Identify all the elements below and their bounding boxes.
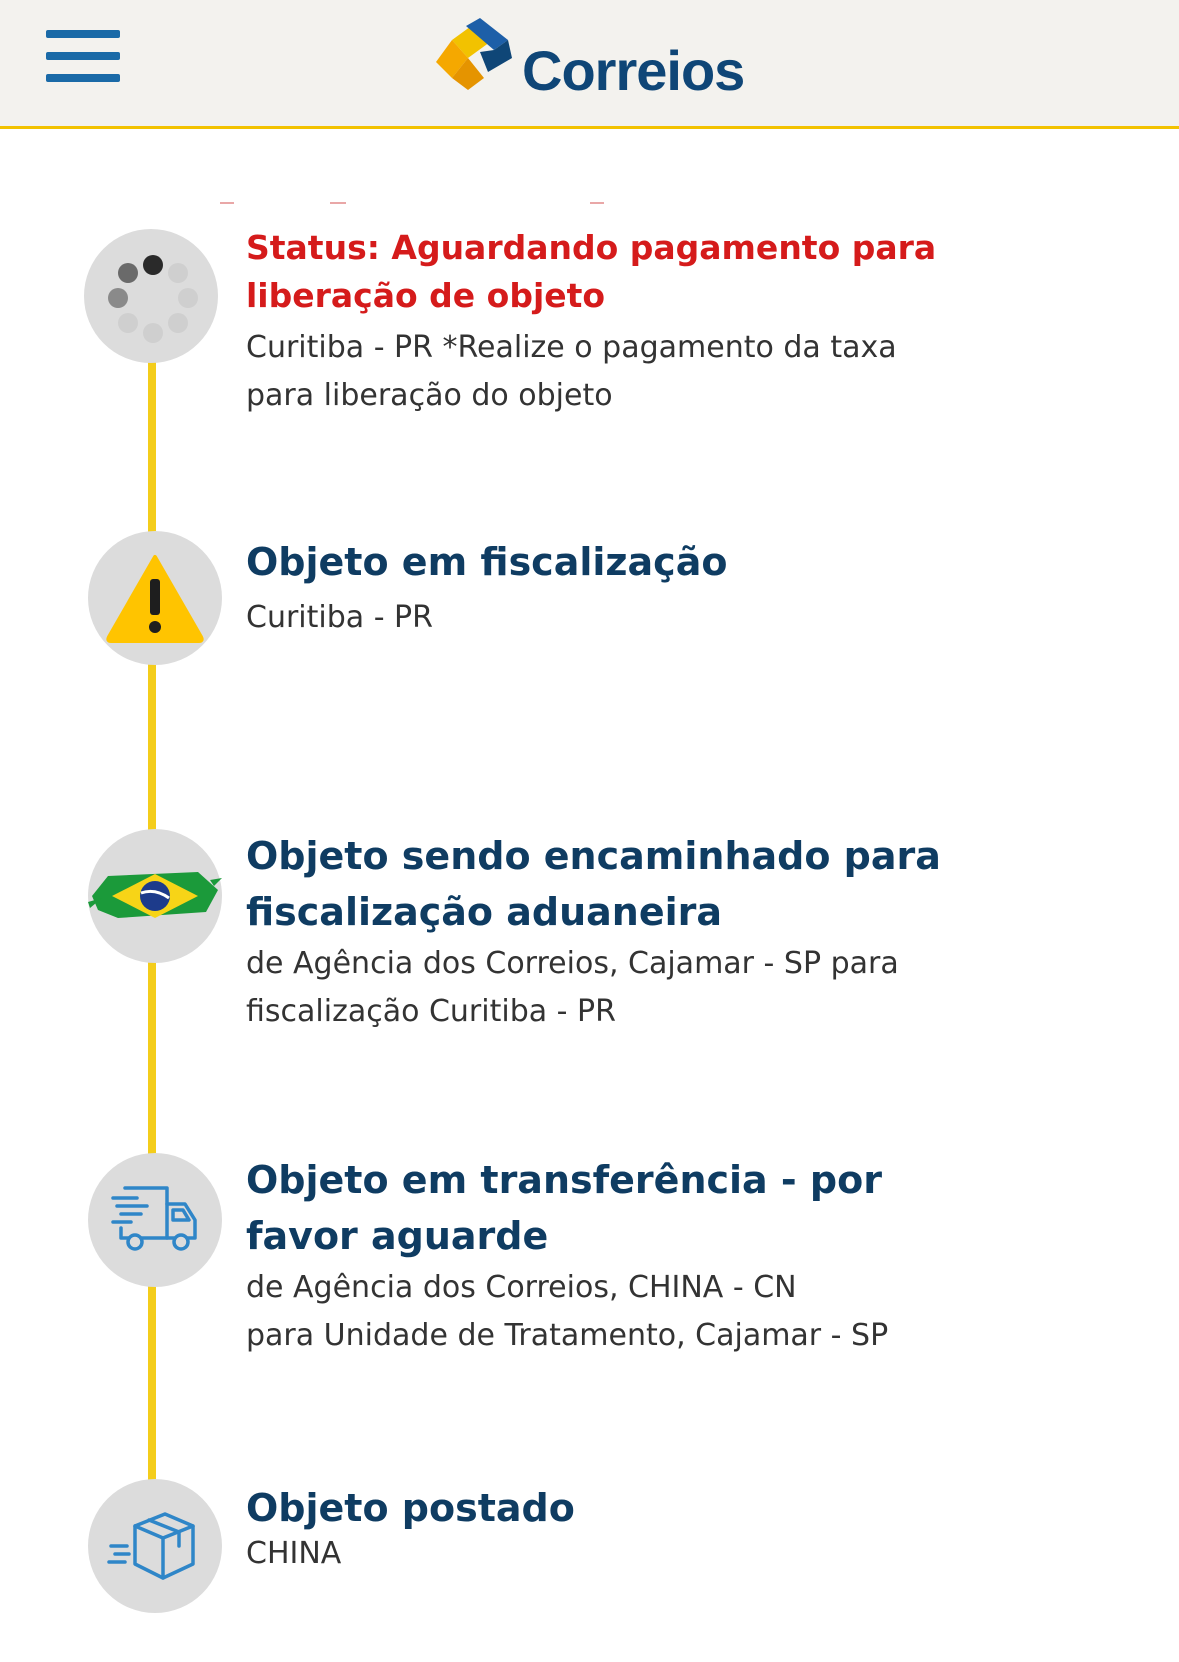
- timeline-event-encaminhado: Objeto sendo encaminhado para fiscalizaç…: [246, 828, 966, 1036]
- event-node-status: [84, 229, 218, 363]
- divider: [220, 202, 640, 205]
- event-node-fiscalizacao: [88, 531, 222, 665]
- timeline-event-status: Status: Aguardando pagamento para libera…: [246, 224, 966, 420]
- package-box-icon: [107, 1512, 195, 1580]
- correios-logo-mark-icon: [436, 18, 512, 90]
- menu-bar: [46, 74, 120, 82]
- brazil-flag-icon: [88, 872, 222, 918]
- event-desc-line: Curitiba - PR: [246, 600, 433, 635]
- event-node-postado: [88, 1479, 222, 1613]
- event-desc-line: para Unidade de Tratamento, Cajamar - SP: [246, 1318, 889, 1353]
- event-title: Objeto postado: [246, 1486, 575, 1530]
- event-desc-line: de Agência dos Correios, Cajamar - SP pa…: [246, 946, 899, 981]
- menu-bar: [46, 52, 120, 60]
- timeline-event-fiscalizacao: Objeto em fiscalização Curitiba - PR: [246, 534, 966, 642]
- event-desc-line: de Agência dos Correios, CHINA - CN: [246, 1270, 797, 1305]
- logo-text: Correios: [522, 39, 745, 102]
- event-node-encaminhado: [88, 829, 222, 963]
- hamburger-menu-icon[interactable]: [46, 30, 120, 82]
- event-desc-line: fiscalização Curitiba - PR: [246, 994, 616, 1029]
- event-title: Status: Aguardando pagamento para libera…: [246, 228, 937, 315]
- event-node-transferencia: [88, 1153, 222, 1287]
- timeline-event-postado: Objeto postado CHINA: [246, 1480, 966, 1578]
- warning-icon: [106, 555, 204, 643]
- event-desc-line: CHINA: [246, 1536, 342, 1571]
- event-title: Objeto em transferência - por favor agua…: [246, 1158, 882, 1258]
- menu-bar: [46, 30, 120, 38]
- event-desc-line: para liberação do objeto: [246, 378, 613, 413]
- event-title: Objeto sendo encaminhado para fiscalizaç…: [246, 834, 941, 934]
- app-header: Correios: [0, 0, 1179, 129]
- timeline-event-transferencia: Objeto em transferência - por favor agua…: [246, 1152, 966, 1360]
- event-title: Objeto em fiscalização: [246, 540, 728, 584]
- loading-spinner-icon: [108, 255, 198, 343]
- delivery-truck-icon: [111, 1186, 197, 1251]
- correios-logo[interactable]: Correios: [418, 18, 768, 102]
- event-desc-line: Curitiba - PR *Realize o pagamento da ta…: [246, 330, 897, 365]
